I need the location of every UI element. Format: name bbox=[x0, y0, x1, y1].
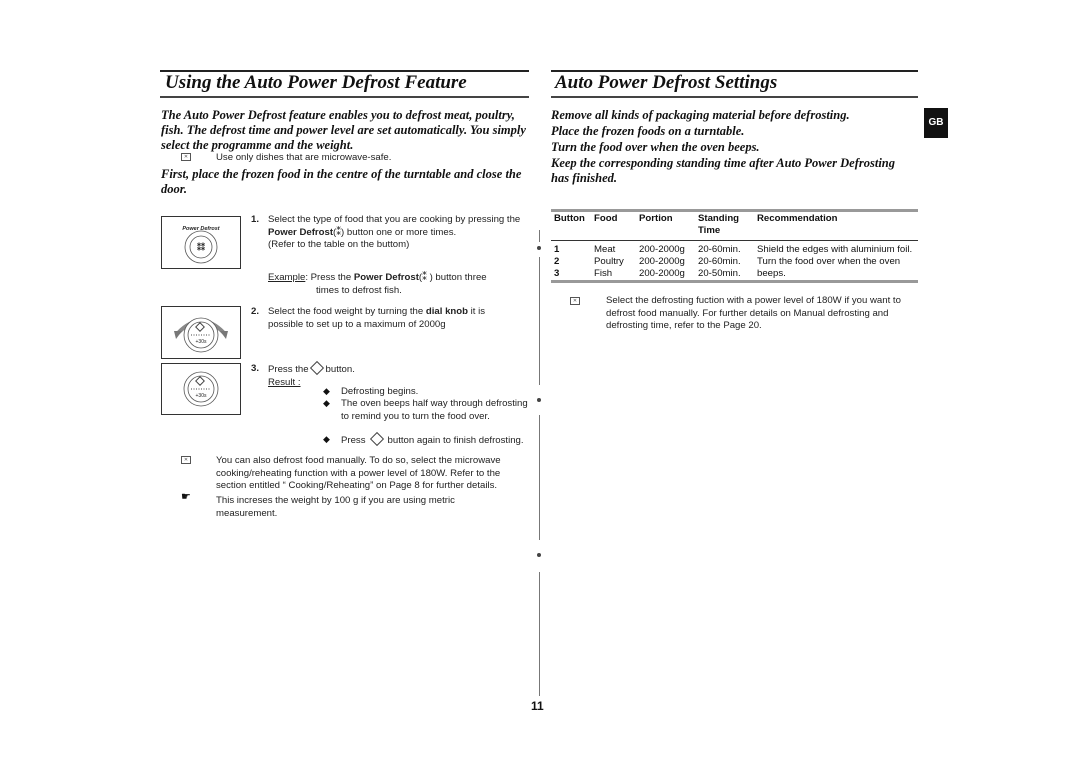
start-diamond-icon bbox=[309, 360, 324, 376]
pointing-hand-icon: ☛ bbox=[181, 491, 191, 503]
cell-button: 3 bbox=[554, 268, 560, 279]
dial-label: +30s bbox=[196, 339, 207, 345]
instruction-4: Keep the corresponding standing time aft… bbox=[551, 156, 896, 185]
note-dishes: Use only dishes that are microwave-safe. bbox=[216, 152, 392, 163]
header-food: Food bbox=[594, 213, 618, 224]
dial-knob-bold: dial knob bbox=[425, 306, 468, 317]
center-divider-line bbox=[539, 572, 540, 696]
power-defrost-panel-image: Power Defrost ⁑⁑ bbox=[161, 216, 241, 269]
result-1: Defrosting begins. bbox=[341, 386, 419, 397]
start-button-icon: +30s bbox=[183, 371, 219, 407]
svg-text:⁑⁑: ⁑⁑ bbox=[197, 241, 205, 252]
cell-recommendation: beeps. bbox=[757, 268, 786, 279]
step-3-text-a: Press the bbox=[268, 364, 309, 375]
cell-food: Fish bbox=[594, 268, 613, 279]
result-label: Result : bbox=[268, 376, 301, 388]
step-3-text-b: button. bbox=[325, 364, 355, 375]
left-intro: The Auto Power Defrost feature enables y… bbox=[161, 108, 526, 152]
step-1-power-defrost: Power Defrost bbox=[268, 226, 334, 238]
left-title-bottom-rule bbox=[160, 96, 529, 98]
page-number: 11 bbox=[531, 699, 544, 713]
center-divider-line bbox=[539, 415, 540, 540]
right-title-bottom-rule bbox=[551, 96, 918, 98]
step-2-text-a: Select the food weight by turning the bbox=[268, 306, 426, 317]
result-3: Press button again to finish defrosting. bbox=[341, 431, 524, 448]
table-row: 1 Meat 200-2000g 20-60min. Shield the ed… bbox=[554, 244, 918, 256]
bullet-diamond-icon: ◆ bbox=[323, 386, 330, 396]
step-1-text-c: (Refer to the table on the buttom) bbox=[268, 239, 410, 250]
instruction-1: Remove all kinds of packaging material b… bbox=[551, 108, 850, 122]
example-text-a: : Press the bbox=[305, 272, 354, 283]
cell-button: 1 bbox=[554, 244, 560, 255]
cell-portion: 200-2000g bbox=[639, 256, 685, 267]
result-3-text: button again to finish defrosting. bbox=[387, 435, 524, 446]
instruction-3: Turn the food over when the oven beeps. bbox=[551, 140, 760, 154]
step-1-number: 1. bbox=[251, 214, 260, 225]
header-portion: Portion bbox=[639, 213, 673, 224]
center-dot bbox=[537, 553, 541, 557]
example-label: Example bbox=[268, 272, 306, 283]
step-1-text: Select the type of food that you are coo… bbox=[268, 214, 530, 252]
power-defrost-button-icon: Power Defrost ⁑⁑ bbox=[182, 224, 221, 264]
table-top-rule bbox=[551, 209, 918, 212]
cell-recommendation: Turn the food over when the oven bbox=[757, 256, 901, 267]
note-manual-defrost: You can also defrost food manually. To d… bbox=[216, 455, 501, 491]
step-2-number: 2. bbox=[251, 306, 260, 317]
step-1-text-a: Select the type of food that you are coo… bbox=[268, 214, 521, 225]
start-diamond-icon bbox=[369, 431, 384, 447]
center-dot bbox=[537, 246, 541, 250]
header-recommendation: Recommendation bbox=[757, 213, 838, 224]
right-note-manual-defrost: Select the defrosting fuction with a pow… bbox=[606, 295, 901, 331]
cell-portion: 200-2000g bbox=[639, 268, 685, 279]
step-1-example: Example: Press the Power Defrost(⁑ ) but… bbox=[268, 272, 530, 297]
table-header-divider bbox=[551, 240, 918, 241]
example-power-defrost: Power Defrost bbox=[353, 272, 419, 283]
cell-time: 20-60min. bbox=[698, 244, 741, 255]
table-row: 3 Fish 200-2000g 20-50min. beeps. bbox=[554, 268, 918, 280]
table-header-row: Button Food Portion Standing Time Recomm… bbox=[554, 213, 918, 240]
center-dot bbox=[537, 398, 541, 402]
defrost-settings-table: Button Food Portion Standing Time Recomm… bbox=[551, 213, 918, 280]
result-3-prefix: Press bbox=[341, 435, 366, 446]
note-icon: ✕ bbox=[570, 297, 580, 305]
cell-time: 20-50min. bbox=[698, 268, 741, 279]
start-dial-label: +30s bbox=[196, 393, 207, 399]
header-standing-time: Standing Time bbox=[698, 213, 740, 236]
center-divider-line bbox=[539, 230, 540, 242]
step-2-text: Select the food weight by turning the di… bbox=[268, 306, 518, 331]
example-text-c: times to defrost fish. bbox=[316, 284, 402, 296]
cell-button: 2 bbox=[554, 256, 560, 267]
right-section-title: Auto Power Defrost Settings bbox=[555, 72, 778, 93]
table-row: 2 Poultry 200-2000g 20-60min. Turn the f… bbox=[554, 256, 918, 268]
result-2: The oven beeps half way through defrosti… bbox=[341, 398, 528, 422]
dial-knob-icon: +30s bbox=[174, 317, 228, 353]
dial-knob-panel-image: +30s bbox=[161, 306, 241, 359]
bullet-diamond-icon: ◆ bbox=[323, 434, 330, 444]
start-button-panel-image: +30s bbox=[161, 363, 241, 415]
bullet-diamond-icon: ◆ bbox=[323, 398, 330, 408]
instruction-2: Place the frozen foods on a turntable. bbox=[551, 124, 745, 138]
left-intro-2: First, place the frozen food in the cent… bbox=[161, 167, 522, 196]
center-divider-line bbox=[539, 257, 540, 385]
cell-time: 20-60min. bbox=[698, 256, 741, 267]
language-tab-gb: GB bbox=[924, 108, 948, 138]
cell-portion: 200-2000g bbox=[639, 244, 685, 255]
step-1-text-b: (⁑) button one or more times. bbox=[333, 226, 457, 238]
cell-recommendation: Shield the edges with aluminium foil. bbox=[757, 244, 913, 255]
cell-food: Meat bbox=[594, 244, 616, 255]
step-3-number: 3. bbox=[251, 363, 260, 374]
left-section-title: Using the Auto Power Defrost Feature bbox=[165, 72, 467, 93]
tip-weight: This increses the weight by 100 g if you… bbox=[216, 495, 455, 519]
note-icon: ✕ bbox=[181, 456, 191, 464]
note-icon: ✕ bbox=[181, 153, 191, 161]
example-text-b: (⁑ ) button three bbox=[418, 272, 487, 283]
table-bottom-rule bbox=[551, 280, 918, 283]
header-button: Button bbox=[554, 213, 585, 224]
cell-food: Poultry bbox=[594, 256, 624, 267]
